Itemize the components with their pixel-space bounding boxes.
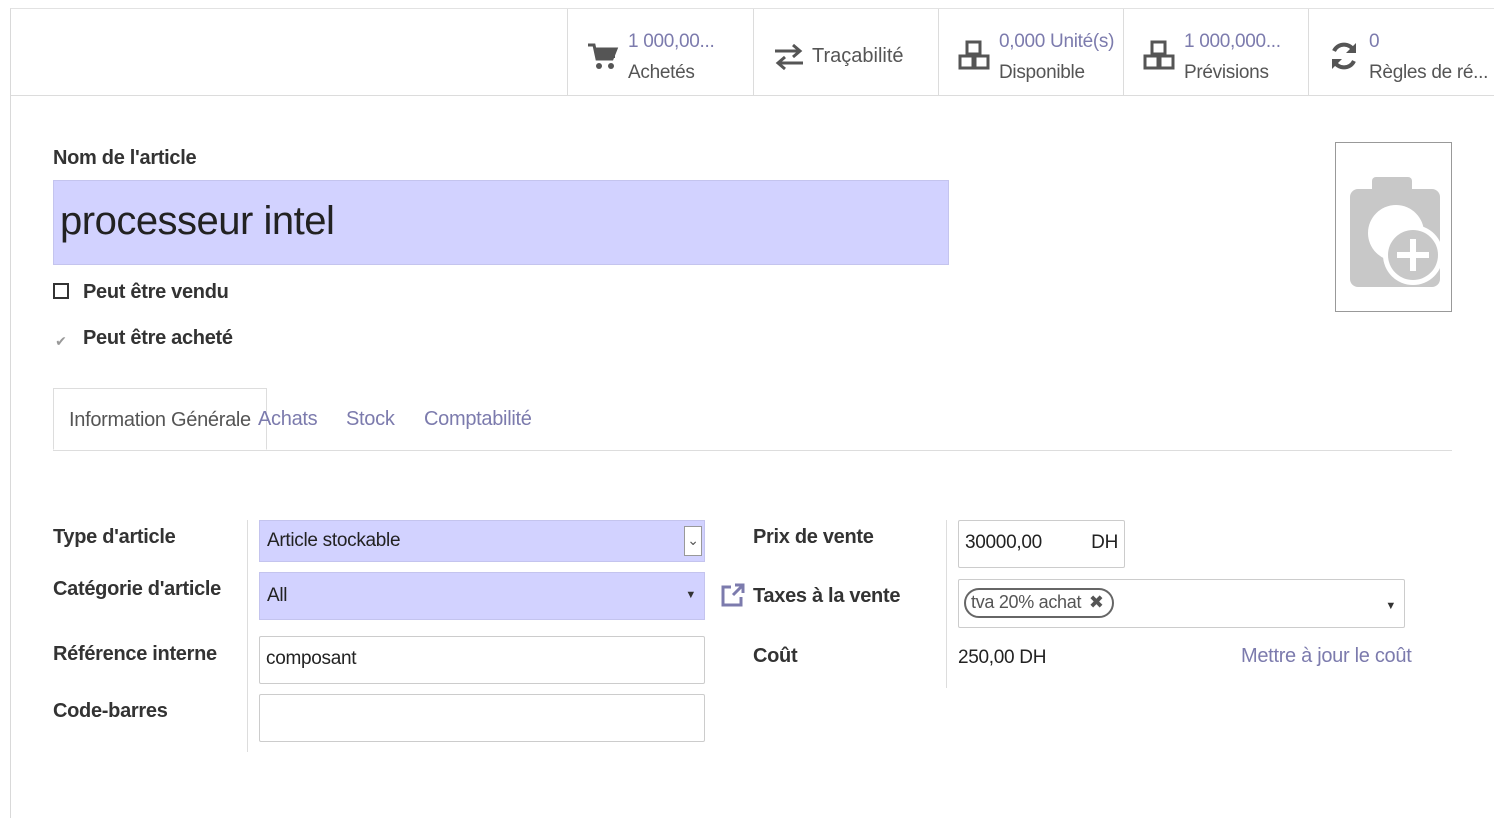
sale-price-input[interactable]: 30000,00 DH	[958, 520, 1125, 568]
forecast-label: Prévisions	[1184, 62, 1269, 83]
tab-information-generale[interactable]: Information Générale	[53, 388, 267, 450]
refresh-icon	[1332, 42, 1356, 70]
reorder-rules-button[interactable]: 0 Règles de ré...	[1308, 9, 1494, 95]
cart-icon	[588, 43, 619, 69]
product-image-field[interactable]	[1335, 142, 1452, 312]
chevron-down-icon: ⌄	[684, 526, 702, 556]
cost-value: 250,00 DH	[958, 647, 1047, 668]
can-be-purchased-label: Peut être acheté	[83, 327, 233, 349]
sale-price-value: 30000,00	[965, 532, 1042, 553]
sale-taxes-field[interactable]: tva 20% achat ✖ ▼	[958, 579, 1405, 628]
product-type-value: Article stockable	[267, 530, 401, 551]
tax-tag-label: tva 20% achat	[971, 592, 1082, 612]
available-value: 0,000 Unité(s)	[999, 31, 1115, 52]
camera-plus-icon	[1350, 177, 1443, 287]
external-link-icon[interactable]	[720, 582, 746, 608]
barcode-input[interactable]	[259, 694, 705, 742]
caret-down-icon: ▼	[685, 589, 696, 601]
barcode-label: Code-barres	[53, 700, 168, 722]
available-label: Disponible	[999, 62, 1085, 83]
cubes-icon	[1143, 40, 1175, 70]
purchased-value: 1 000,00...	[628, 31, 715, 52]
purchased-button[interactable]: 1 000,00... Achetés	[567, 9, 753, 95]
product-category-select[interactable]: All ▼	[259, 572, 705, 620]
column-separator	[946, 520, 947, 688]
column-separator	[247, 520, 248, 752]
internal-reference-input[interactable]: composant	[259, 636, 705, 684]
product-category-value: All	[267, 585, 288, 606]
tab-comptabilite[interactable]: Comptabilité	[424, 388, 532, 450]
tax-tag: tva 20% achat ✖	[964, 588, 1114, 618]
product-type-label: Type d'article	[53, 526, 176, 548]
notebook-tabs: Information Générale Achats Stock Compta…	[53, 388, 1452, 451]
can-be-sold-checkbox[interactable]	[53, 283, 69, 299]
internal-reference-label: Référence interne	[53, 643, 217, 665]
product-name-label: Nom de l'article	[53, 147, 197, 169]
forecast-button[interactable]: 1 000,000... Prévisions	[1123, 9, 1308, 95]
traceability-button[interactable]: Traçabilité	[753, 9, 938, 95]
available-button[interactable]: 0,000 Unité(s) Disponible	[938, 9, 1123, 95]
reorder-rules-value: 0	[1369, 31, 1380, 52]
cubes-icon	[958, 40, 990, 70]
remove-tag-icon[interactable]: ✖	[1089, 592, 1104, 612]
can-be-purchased-checkbox[interactable]: ✔	[53, 333, 69, 349]
currency-symbol: DH	[1091, 532, 1118, 553]
exchange-arrows-icon	[775, 43, 803, 71]
purchased-label: Achetés	[628, 62, 695, 83]
product-type-select[interactable]: Article stockable ⌄	[259, 520, 705, 562]
traceability-label: Traçabilité	[812, 45, 904, 67]
sale-price-label: Prix de vente	[753, 526, 874, 548]
tab-achats[interactable]: Achats	[258, 388, 318, 450]
smart-button-bar: 1 000,00... Achetés Traçabilité 0,000 Un…	[11, 9, 1494, 96]
tab-stock[interactable]: Stock	[346, 388, 395, 450]
sale-taxes-label: Taxes à la vente	[753, 585, 901, 607]
update-cost-link[interactable]: Mettre à jour le coût	[1241, 645, 1412, 668]
caret-down-icon: ▼	[1385, 600, 1396, 612]
reorder-rules-label: Règles de ré...	[1369, 62, 1489, 83]
can-be-sold-label: Peut être vendu	[83, 281, 229, 303]
forecast-value: 1 000,000...	[1184, 31, 1281, 52]
product-category-label: Catégorie d'article	[53, 578, 222, 600]
cost-label: Coût	[753, 645, 798, 667]
product-name-input[interactable]: processeur intel	[53, 180, 949, 265]
